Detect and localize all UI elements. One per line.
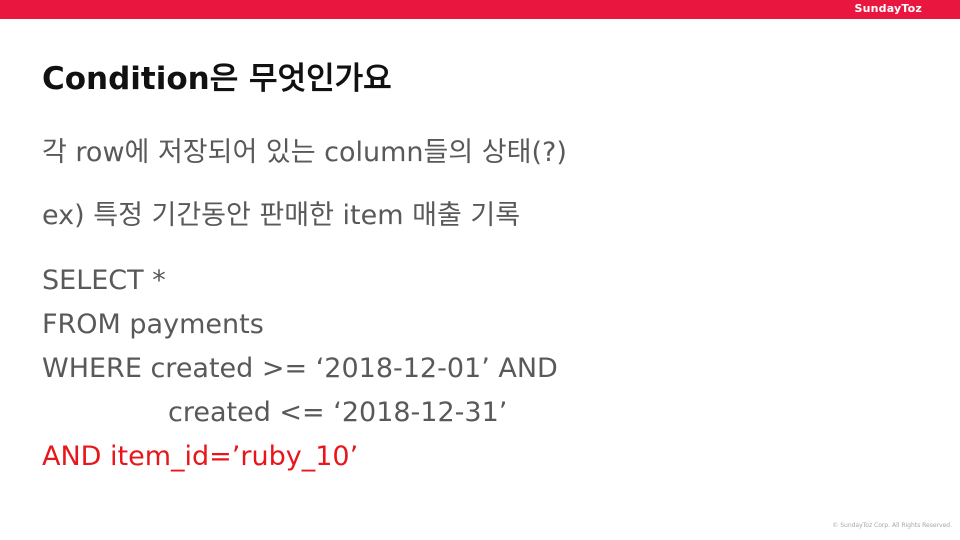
- sql-select-line: SELECT *: [42, 265, 166, 296]
- top-brand-bar: SundayToz: [0, 0, 960, 19]
- sundaytoz-logo: SundayToz: [854, 2, 922, 15]
- sql-from-line: FROM payments: [42, 309, 264, 340]
- sql-created-line: created <= ‘2018-12-31’: [168, 397, 508, 428]
- definition-line: 각 row에 저장되어 있는 column들의 상태(?): [42, 137, 567, 168]
- slide-title: Condition은 무엇인가요: [42, 61, 392, 97]
- sql-item-condition-line: AND item_id=’ruby_10’: [42, 441, 359, 472]
- sql-where-line: WHERE created >= ‘2018-12-01’ AND: [42, 353, 558, 384]
- copyright-notice: © SundayToz Corp. All Rights Reserved.: [832, 522, 952, 529]
- example-line: ex) 특정 기간동안 판매한 item 매출 기록: [42, 200, 521, 231]
- sql-query-block: SELECT * FROM payments WHERE created >= …: [42, 259, 558, 479]
